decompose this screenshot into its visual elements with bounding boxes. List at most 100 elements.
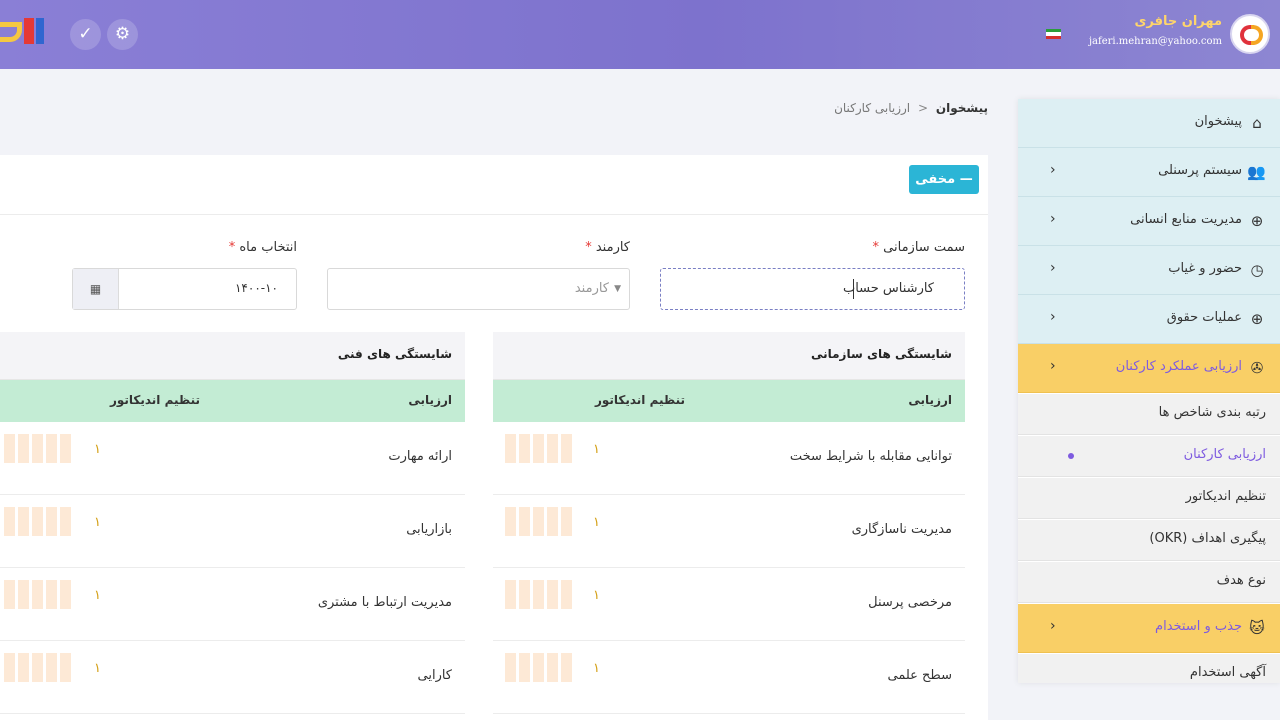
breadcrumb: پیشخوان < ارزیابی کارکنان bbox=[834, 101, 988, 115]
sidebar-subitem-label: رتبه بندی شاخص ها bbox=[1158, 405, 1266, 420]
sidebar-subitem-okr[interactable]: پیگیری اهداف (OKR) bbox=[1018, 520, 1280, 561]
active-dot-icon bbox=[1068, 453, 1074, 459]
sidebar-item-label: حضور و غیاب bbox=[1168, 261, 1242, 276]
sidebar-subitem-label: تنظیم اندیکاتور bbox=[1185, 489, 1266, 504]
settings-button[interactable]: ⚙ bbox=[107, 19, 138, 50]
rating-bars[interactable] bbox=[505, 507, 572, 536]
gear-icon: ⚙ bbox=[114, 24, 131, 44]
column-header-eval: ارزیابی bbox=[908, 393, 952, 407]
sidebar-subitem-goal-type[interactable]: نوع هدف bbox=[1018, 562, 1280, 603]
rating-bars[interactable] bbox=[4, 507, 71, 536]
table-title: شایستگی های فنی bbox=[0, 332, 465, 380]
employee-select[interactable]: ▼ کارمند bbox=[327, 268, 630, 310]
rating-bars[interactable] bbox=[505, 434, 572, 463]
sidebar-item-hr[interactable]: ⊕ مدیریت منابع انسانی ‹ bbox=[1018, 197, 1280, 246]
org-position-input[interactable]: کارشناس حساب bbox=[660, 268, 965, 310]
avatar[interactable] bbox=[1230, 14, 1270, 54]
users-icon: 👥 bbox=[1247, 163, 1266, 181]
column-header-eval: ارزیابی bbox=[408, 393, 452, 407]
required-mark: * bbox=[228, 240, 236, 255]
month-value: ۱۴۰۰-۱۰ bbox=[234, 281, 278, 295]
breadcrumb-separator: < bbox=[917, 101, 929, 115]
user-name[interactable]: مهران جافری bbox=[1134, 14, 1222, 29]
sidebar-item-personnel[interactable]: 👥 سیستم پرسنلی ‹ bbox=[1018, 148, 1280, 197]
indicator-value: ۱ bbox=[593, 661, 600, 676]
tasks-button[interactable]: ✓ bbox=[70, 19, 101, 50]
sidebar-subitem-job-ad[interactable]: آگهی استخدام bbox=[1018, 654, 1280, 683]
sidebar-item-dashboard[interactable]: ⌂ پیشخوان bbox=[1018, 99, 1280, 148]
check-circle-icon: ✓ bbox=[78, 24, 93, 44]
logo-shape-blue bbox=[36, 18, 44, 44]
table-row: کارایی ۱ bbox=[0, 641, 465, 714]
indicator-value: ۱ bbox=[94, 442, 101, 457]
org-competencies-table: شایستگی های سازمانی ارزیابی تنظیم اندیکا… bbox=[493, 332, 965, 720]
calendar-icon[interactable]: ▦ bbox=[73, 269, 119, 309]
breadcrumb-current: ارزیابی کارکنان bbox=[834, 101, 911, 115]
indicator-value: ۱ bbox=[593, 442, 600, 457]
logo-arc-orange bbox=[1251, 25, 1263, 45]
clock-icon: ◷ bbox=[1250, 261, 1264, 279]
chevron-left-icon: ‹ bbox=[1050, 358, 1056, 374]
employee-placeholder: کارمند bbox=[574, 281, 609, 296]
org-position-value: کارشناس حساب bbox=[842, 281, 934, 296]
sidebar-subitem-ranking[interactable]: رتبه بندی شاخص ها bbox=[1018, 394, 1280, 435]
sidebar-item-label: جذب و استخدام bbox=[1155, 619, 1242, 634]
indicator-value: ۱ bbox=[94, 661, 101, 676]
life-ring-icon: ⊕ bbox=[1250, 310, 1264, 328]
sidebar-subitem-label: نوع هدف bbox=[1216, 573, 1266, 588]
aperture-icon: ✇ bbox=[1250, 359, 1264, 377]
table-title-text: شایستگی های سازمانی bbox=[810, 347, 952, 361]
sidebar-item-attendance[interactable]: ◷ حضور و غیاب ‹ bbox=[1018, 246, 1280, 295]
chevron-left-icon: ‹ bbox=[1050, 618, 1056, 634]
indicator-value: ۱ bbox=[94, 515, 101, 530]
org-position-label: سمت سازمانی * bbox=[873, 240, 965, 255]
employee-label-text: کارمند bbox=[595, 240, 630, 255]
rating-bars[interactable] bbox=[4, 434, 71, 463]
competency-name: مدیریت ناسازگاری bbox=[851, 522, 952, 537]
rating-bars[interactable] bbox=[505, 580, 572, 609]
sidebar: ⌂ پیشخوان 👥 سیستم پرسنلی ‹ ⊕ مدیریت مناب… bbox=[1018, 99, 1280, 683]
chevron-left-icon: ‹ bbox=[1050, 260, 1056, 276]
rating-bars[interactable] bbox=[4, 653, 71, 682]
org-position-label-text: سمت سازمانی bbox=[883, 240, 965, 255]
brand-logo bbox=[0, 14, 44, 54]
sidebar-item-label: عملیات حقوق bbox=[1166, 310, 1242, 325]
table-row: بازاریابی ۱ bbox=[0, 495, 465, 568]
rating-bars[interactable] bbox=[4, 580, 71, 609]
competency-name: سطح علمی bbox=[887, 668, 953, 683]
indicator-value: ۱ bbox=[593, 588, 600, 603]
table-title: شایستگی های سازمانی bbox=[493, 332, 965, 380]
main-card: — مخفی سمت سازمانی * کارمند * انتخاب ماه… bbox=[0, 155, 988, 720]
required-mark: * bbox=[585, 240, 592, 255]
sidebar-subitem-indicator[interactable]: تنظیم اندیکاتور bbox=[1018, 478, 1280, 519]
table-row: مدیریت ارتباط با مشتری ۱ bbox=[0, 568, 465, 641]
table-header: ارزیابی تنظیم اندیکاتور bbox=[493, 380, 965, 422]
table-row: توانایی مقابله با شرایط سخت ۱ bbox=[493, 422, 965, 495]
card-header: — مخفی bbox=[0, 155, 988, 215]
sidebar-subitem-label: آگهی استخدام bbox=[1189, 665, 1266, 680]
competency-name: ارائه مهارت bbox=[388, 449, 452, 464]
breadcrumb-home[interactable]: پیشخوان bbox=[936, 101, 988, 115]
sidebar-item-payroll[interactable]: ⊕ عملیات حقوق ‹ bbox=[1018, 295, 1280, 344]
flag-icon[interactable] bbox=[1046, 29, 1061, 39]
sidebar-subitem-label: ارزیابی کارکنان bbox=[1183, 447, 1266, 462]
chevron-left-icon: ‹ bbox=[1050, 162, 1056, 178]
rating-bars[interactable] bbox=[505, 653, 572, 682]
logo-shape-yellow bbox=[0, 22, 22, 42]
competency-name: مرخصی پرسنل bbox=[868, 595, 952, 610]
logo-shape-red bbox=[24, 18, 34, 44]
indicator-value: ۱ bbox=[593, 515, 600, 530]
month-input[interactable]: ▦ ۱۴۰۰-۱۰ bbox=[72, 268, 297, 310]
sidebar-subitem-employee-eval[interactable]: ارزیابی کارکنان bbox=[1018, 436, 1280, 477]
sidebar-subitem-label: پیگیری اهداف (OKR) bbox=[1149, 531, 1266, 546]
sidebar-item-recruitment[interactable]: 🐱 جذب و استخدام ‹ bbox=[1018, 604, 1280, 653]
sidebar-item-label: سیستم پرسنلی bbox=[1158, 163, 1242, 178]
hide-button[interactable]: — مخفی bbox=[909, 165, 979, 194]
table-row: سطح علمی ۱ bbox=[493, 641, 965, 714]
sidebar-item-performance[interactable]: ✇ ارزیابی عملکرد کارکنان ‹ bbox=[1018, 344, 1280, 393]
caret-down-icon: ▼ bbox=[614, 284, 621, 294]
competency-name: کارایی bbox=[417, 668, 453, 683]
indicator-value: ۱ bbox=[94, 588, 101, 603]
sidebar-item-label: ارزیابی عملکرد کارکنان bbox=[1115, 359, 1242, 374]
chevron-left-icon: ‹ bbox=[1050, 309, 1056, 325]
